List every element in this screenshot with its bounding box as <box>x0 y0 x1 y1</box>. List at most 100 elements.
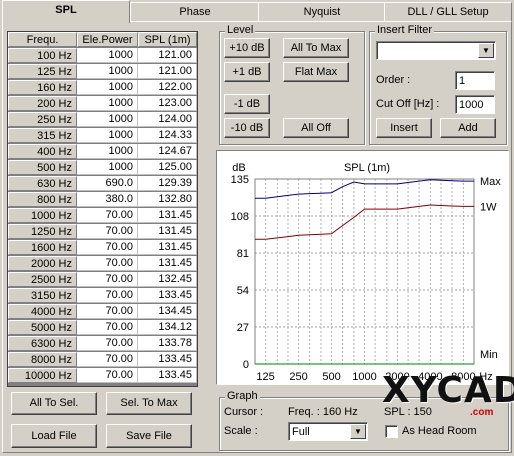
freq-cell[interactable]: 125 Hz <box>8 64 77 79</box>
spl-cell[interactable]: 133.45 <box>138 352 197 367</box>
spl-cell[interactable]: 124.00 <box>138 112 197 127</box>
load-file-button[interactable]: Load File <box>11 424 97 448</box>
power-cell[interactable]: 1000 <box>77 96 138 111</box>
spl-cell[interactable]: 133.78 <box>138 336 197 351</box>
table-row[interactable]: 3150 Hz 70.00 133.45 <box>8 288 197 304</box>
table-row[interactable]: 1250 Hz 70.00 131.45 <box>8 224 197 240</box>
header-frequ[interactable]: Frequ. <box>8 32 77 47</box>
chevron-down-icon[interactable]: ▼ <box>478 43 494 58</box>
insert-button[interactable]: Insert <box>376 118 432 138</box>
freq-cell[interactable]: 1250 Hz <box>8 224 77 239</box>
spl-cell[interactable]: 123.00 <box>138 96 197 111</box>
spl-cell[interactable]: 121.00 <box>138 48 197 63</box>
power-cell[interactable]: 70.00 <box>77 336 138 351</box>
freq-cell[interactable]: 3150 Hz <box>8 288 77 303</box>
power-cell[interactable]: 70.00 <box>77 304 138 319</box>
table-row[interactable]: 250 Hz 1000 124.00 <box>8 112 197 128</box>
spl-cell[interactable]: 131.45 <box>138 208 197 223</box>
freq-cell[interactable]: 10000 Hz <box>8 368 77 383</box>
table-row[interactable]: 6300 Hz 70.00 133.78 <box>8 336 197 352</box>
spl-cell[interactable]: 133.45 <box>138 368 197 383</box>
sel-to-max-button[interactable]: Sel. To Max <box>106 392 192 415</box>
spl-cell[interactable]: 134.12 <box>138 320 197 335</box>
scale-combo[interactable]: Full ▼ <box>288 422 368 441</box>
power-cell[interactable]: 70.00 <box>77 208 138 223</box>
spl-cell[interactable]: 131.45 <box>138 224 197 239</box>
power-cell[interactable]: 1000 <box>77 80 138 95</box>
freq-cell[interactable]: 1600 Hz <box>8 240 77 255</box>
spl-cell[interactable]: 129.39 <box>138 176 197 191</box>
power-cell[interactable]: 1000 <box>77 144 138 159</box>
spl-chart[interactable]: SPL (1m) dB 0 27 54 81 108 135 125 250 500 1000 2000… <box>216 150 509 385</box>
table-row[interactable]: 160 Hz 1000 122.00 <box>8 80 197 96</box>
spl-data-grid[interactable]: Frequ. Ele.Power SPL (1m) 100 Hz 1000 121.… <box>7 31 198 387</box>
table-row[interactable]: 2500 Hz 70.00 132.45 <box>8 272 197 288</box>
freq-cell[interactable]: 1000 Hz <box>8 208 77 223</box>
freq-cell[interactable]: 2500 Hz <box>8 272 77 287</box>
power-cell[interactable]: 380.0 <box>77 192 138 207</box>
power-cell[interactable]: 70.00 <box>77 288 138 303</box>
as-head-room-label[interactable]: As Head Room <box>402 425 477 437</box>
spl-cell[interactable]: 122.00 <box>138 80 197 95</box>
plus-10-db-button[interactable]: +10 dB <box>224 38 270 58</box>
flat-max-button[interactable]: Flat Max <box>283 62 349 82</box>
freq-cell[interactable]: 2000 Hz <box>8 256 77 271</box>
minus-10-db-button[interactable]: -10 dB <box>224 118 270 138</box>
save-file-button[interactable]: Save File <box>106 424 192 448</box>
chevron-down-icon[interactable]: ▼ <box>350 424 366 439</box>
all-to-sel-button[interactable]: All To Sel. <box>11 392 97 415</box>
filter-type-combo[interactable]: ▼ <box>376 41 496 60</box>
freq-cell[interactable]: 160 Hz <box>8 80 77 95</box>
power-cell[interactable]: 1000 <box>77 48 138 63</box>
all-off-button[interactable]: All Off <box>283 118 349 138</box>
table-row[interactable]: 100 Hz 1000 121.00 <box>8 48 197 64</box>
table-row[interactable]: 10000 Hz 70.00 133.45 <box>8 368 197 384</box>
power-cell[interactable]: 70.00 <box>77 256 138 271</box>
spl-cell[interactable]: 131.45 <box>138 256 197 271</box>
plus-1-db-button[interactable]: +1 dB <box>224 62 270 82</box>
power-cell[interactable]: 70.00 <box>77 224 138 239</box>
spl-cell[interactable]: 121.00 <box>138 64 197 79</box>
table-row[interactable]: 4000 Hz 70.00 134.45 <box>8 304 197 320</box>
spl-cell[interactable]: 134.45 <box>138 304 197 319</box>
spl-cell[interactable]: 125.00 <box>138 160 197 175</box>
freq-cell[interactable]: 4000 Hz <box>8 304 77 319</box>
freq-cell[interactable]: 630 Hz <box>8 176 77 191</box>
freq-cell[interactable]: 315 Hz <box>8 128 77 143</box>
power-cell[interactable]: 70.00 <box>77 240 138 255</box>
add-button[interactable]: Add <box>440 118 496 138</box>
minus-1-db-button[interactable]: -1 dB <box>224 94 270 114</box>
spl-cell[interactable]: 132.45 <box>138 272 197 287</box>
power-cell[interactable]: 690.0 <box>77 176 138 191</box>
spl-cell[interactable]: 131.45 <box>138 240 197 255</box>
power-cell[interactable]: 70.00 <box>77 368 138 383</box>
power-cell[interactable]: 1000 <box>77 64 138 79</box>
table-row[interactable]: 1000 Hz 70.00 131.45 <box>8 208 197 224</box>
table-row[interactable]: 2000 Hz 70.00 131.45 <box>8 256 197 272</box>
as-head-room-checkbox[interactable] <box>385 425 398 438</box>
table-row[interactable]: 1600 Hz 70.00 131.45 <box>8 240 197 256</box>
power-cell[interactable]: 1000 <box>77 160 138 175</box>
tab-spl[interactable]: SPL <box>2 0 130 23</box>
power-cell[interactable]: 70.00 <box>77 272 138 287</box>
power-cell[interactable]: 70.00 <box>77 352 138 367</box>
table-row[interactable]: 500 Hz 1000 125.00 <box>8 160 197 176</box>
table-row[interactable]: 125 Hz 1000 121.00 <box>8 64 197 80</box>
power-cell[interactable]: 70.00 <box>77 320 138 335</box>
all-to-max-button[interactable]: All To Max <box>283 38 349 58</box>
power-cell[interactable]: 1000 <box>77 128 138 143</box>
spl-cell[interactable]: 132.80 <box>138 192 197 207</box>
freq-cell[interactable]: 500 Hz <box>8 160 77 175</box>
freq-cell[interactable]: 250 Hz <box>8 112 77 127</box>
freq-cell[interactable]: 100 Hz <box>8 48 77 63</box>
table-row[interactable]: 400 Hz 1000 124.67 <box>8 144 197 160</box>
table-row[interactable]: 8000 Hz 70.00 133.45 <box>8 352 197 368</box>
table-row[interactable]: 630 Hz 690.0 129.39 <box>8 176 197 192</box>
tab-nyquist[interactable]: Nyquist <box>258 2 386 21</box>
freq-cell[interactable]: 400 Hz <box>8 144 77 159</box>
freq-cell[interactable]: 6300 Hz <box>8 336 77 351</box>
header-ele-power[interactable]: Ele.Power <box>77 32 138 47</box>
table-row[interactable]: 800 Hz 380.0 132.80 <box>8 192 197 208</box>
table-row[interactable]: 5000 Hz 70.00 134.12 <box>8 320 197 336</box>
freq-cell[interactable]: 8000 Hz <box>8 352 77 367</box>
